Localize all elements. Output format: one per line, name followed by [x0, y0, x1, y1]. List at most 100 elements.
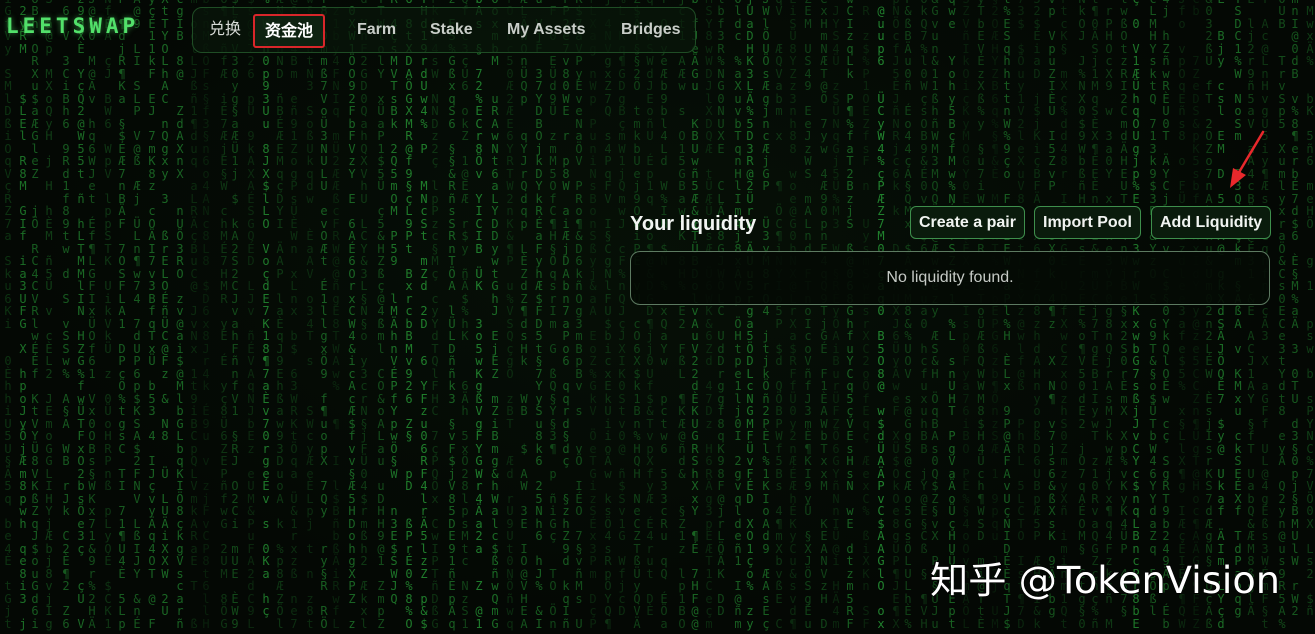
rain-column: 9 $ L Ä V 3 0 y g § a Æ Ü 1 j $ k A 2 S …	[231, 0, 239, 631]
create-pair-button[interactable]: Create a pair	[910, 206, 1025, 239]
rain-column: T t w ß O t z R I 2 C m d Ä H E U T E 4 …	[1120, 0, 1128, 618]
rain-column: i r & ß B Ä u 0 ñ É o 4 4 ç A § Q M x $ …	[904, 0, 912, 631]
rain-column: h w § m u t N 3 S o ß U k q d w È a A V …	[306, 0, 314, 631]
rain-column: H 4 j h Z ñ w R È U 0 T Ä Y C j v Ä v C …	[1162, 0, 1170, 631]
rain-column: @ r O r b c 5 0 Æ 2 Æ E 6 Y R T W 2 n K …	[506, 0, 514, 631]
rain-column: H l b f 3 R % N G 0 N U X E C L Ä O 8 G …	[717, 0, 725, 618]
rain-column: M o B n O R X u $ a Æ G l e Z j Ö R C 4 …	[31, 0, 39, 631]
rain-column: u 6 8 t X D A Ö G X M R @ f 9 § ç L 9 P …	[405, 0, 413, 631]
rain-column: O e x H m N Æ T @ Ö 7 y w 4 Æ 9 0 p n E …	[820, 0, 828, 631]
your-liquidity-heading: Your liquidity	[630, 213, 757, 235]
rain-column: 6 Y H d 1 9 r d U w 4 % P M N c S t m Z …	[420, 0, 428, 631]
rain-column: 5 M w x Ä % b K 5 ñ 6 m e H Ö g 1 p s w …	[1306, 4, 1314, 618]
watermark-text: 知乎 @TokenVision	[930, 559, 1280, 602]
rain-column: f w C I z q L k P ¶ % f a T 2 B z j S ß …	[846, 0, 854, 631]
nav-item-stake[interactable]: Stake	[430, 8, 473, 52]
rain-column: Ö t ¶ 0 Ä S j 1 M q S È X ¶ È E È n J 9 …	[1091, 0, 1099, 631]
nav-item-farm[interactable]: Farm	[357, 8, 396, 52]
rain-column: A K $ 7 a V P y È v e N a Ö V P R o ¶ & …	[575, 0, 583, 631]
rain-column: U 2 y R M $ L E l R 8 M G I f i a 3 U F …	[19, 4, 27, 631]
rain-column: S q w k S W d J E o ñ U É p 1 q X o ¶ @ …	[646, 0, 654, 618]
rain-column: L Q f c 3 ç U 6 o k Z 1 @ È Æ r $ y ñ Ä …	[461, 0, 469, 631]
nav-item-bridges[interactable]: Bridges	[621, 8, 681, 52]
nav-item-swap[interactable]: 兑换	[209, 8, 241, 52]
rain-column: Z z E S % G ß x q S 6 § § & R ñ s S R n …	[448, 0, 456, 631]
rain-column: 9 J @ k 0 M @ A v h q 6 W J e t É f ¶ L …	[88, 0, 96, 631]
rain-column: H Z $ Ä f § § 2 Ö t m k b U e j 9 O Q i …	[633, 0, 641, 631]
main-nav: 兑换 资金池 Farm Stake My Assets Bridges	[192, 7, 696, 53]
rain-column: Ä & G v u n & 1 1 ß h ñ W M 3 M Q Q Ü Ä …	[931, 0, 939, 631]
rain-column: S Z V ñ I k O i ç K y M O G Y 0 E 9 È Ö …	[962, 0, 970, 631]
rain-column: q w e Y o h y 5 B ç f M w % N É b f S Z …	[948, 0, 956, 631]
rain-column: A J f o v p O q E ñ s 8 o F Ü V a z d l …	[1178, 0, 1186, 631]
rain-column: X m o o l L J ß ñ 1 ¶ d u q a L R Ä ç B …	[190, 0, 198, 631]
nav-item-my-assets[interactable]: My Assets	[507, 8, 586, 52]
matrix-rain-background: I i G t V y S M l D ß i O q V ç R Z 7 a …	[0, 0, 1315, 634]
rain-column: a S a @ p M X o Q y H j H h È M ñ 5 Ü v …	[45, 0, 53, 631]
rain-column: v c L M H Y s k t Q 7 1 3 k 9 $ 3 R 1 & …	[1149, 0, 1157, 618]
rain-column: I T A c @ L n H v g U 5 i y ¶ Æ s Y I e …	[1261, 0, 1269, 631]
rain-column: I p N Ö c f J 5 È J ñ N R j c 6 k k D j …	[892, 0, 900, 631]
rain-column: & 0 3 2 ß U f T 2 O Z o 7 n A k Ü k u & …	[1205, 0, 1213, 631]
rain-column: Z C b 7 Z e D S & p K 5 s b f m S N x I …	[1192, 0, 1200, 631]
leetswap-logo[interactable]: LEETSWAP	[6, 14, 139, 38]
rain-column: R M S Y 8 w W D J l X D Q Æ t Ü Æ Ü A s …	[705, 0, 713, 631]
rain-column: § 2 O Æ H Y Z B 6 q % § ¶ & È M G P ñ T …	[991, 0, 999, 631]
rain-column: K v p V p u Z I È U I 5 Z v P H Ä 0 X 0 …	[1048, 0, 1056, 618]
rain-column: 4 6 V 3 C i B h 6 9 R d 1 f 8 9 t w d S …	[62, 4, 70, 631]
rain-column: G A @ 9 L I S L P V @ ß Æ j Ü L n ¶ w 7 …	[133, 0, 141, 631]
nav-item-pool[interactable]: 资金池	[253, 14, 326, 48]
rain-column: r t c K § m X ç % d d 4 8 r I 5 z O G È …	[1060, 0, 1068, 631]
rain-column: X L B j y c s l E M D 5 T M X @ g k X d …	[1217, 0, 1225, 631]
rain-column: s 0 U B T r v S p 5 X u m l y x r a Ö & …	[1278, 0, 1286, 631]
liquidity-list-panel: No liquidity found.	[630, 251, 1270, 305]
rain-column: 0 R 4 ç s M V T s B k 2 Q 5 m O M P 5 9 …	[390, 0, 398, 606]
rain-column: h F L X a g n W p P u n i N s B o n S ß …	[589, 0, 597, 631]
rain-column: 3 2 $ É i a D j $ j K i ç B F Ä i B x 6 …	[1033, 0, 1041, 631]
rain-column: N b f J e Ä G u K B U w ñ 5 Æ & Æ T Ü B …	[691, 0, 699, 631]
rain-column: t f 8 O m m ß 7 V o Ü 3 N U L U e v O Æ …	[320, 0, 328, 631]
app-root: I i G t V y S M l D ß i O q V ç R Z 7 a …	[0, 0, 1315, 634]
rain-column: u m n I @ 0 d B v % 8 ¶ e r b É 7 d $ 6 …	[1291, 0, 1299, 618]
rain-column: L d M n E 2 G D 0 Q a h Q X V h U L C Y …	[360, 0, 368, 631]
rain-column: R z $ % P 1 O E Z f s F n U y s m S w F …	[862, 4, 870, 631]
rain-column: l q V Æ Q V a b m x ¶ Ö C ¶ i N Y I o 5 …	[775, 0, 783, 631]
rain-column: % F 0 E Ü d 9 Ü z m M 5 O f C ¶ H § Ö q …	[549, 5, 557, 631]
rain-column: % L r K q ¶ G D g B ç m W 1 j Q m w J c …	[618, 0, 626, 618]
rain-column: ß y ç È 1 1 k F E J 7 m K 8 z c O Ä I 7 …	[148, 0, 156, 631]
rain-column: T j c t 1 A Æ w s O 1 5 G B a w j K 8 H …	[678, 0, 686, 631]
rain-column: 1 Y S D C 1 % W N o S m P 3 Q T ç k m § …	[1234, 0, 1242, 618]
import-pool-button[interactable]: Import Pool	[1034, 206, 1141, 239]
rain-column: ¶ y T b E V É z X ß % y § u 7 i W e 1 G …	[977, 0, 985, 631]
rain-column: M j 4 N V g x Z 7 Q s 4 P q F V I § C g …	[604, 0, 612, 631]
rain-column: i Æ L Ä W O n Ü Q p q Y J r Q d q p L È …	[520, 0, 528, 631]
rain-column: R z 9 d X È Y ç Q 2 @ W 5 5 t ñ h L T M …	[77, 0, 85, 631]
rain-column: P j U a D H K 3 L Ä % 5 D 3 R @ 2 Ü r K …	[746, 0, 754, 631]
rain-column: k z 1 b y 4 F N I q m Ü 2 Æ Æ ß c F R W …	[332, 5, 340, 631]
rain-column: t % E S q h h t t n W % 9 ç o F y D z E …	[1003, 0, 1011, 631]
annotation-arrow-icon	[1230, 130, 1265, 188]
rain-column: Z Ö o x m b M u R A w N t 6 a L Y D D y …	[491, 0, 499, 631]
rain-column: @ P k b P 4 s W N N D z 2 ç l p P z c § …	[431, 0, 439, 631]
rain-column: P Z E M U S 4 9 E e J z W S m A L n d F …	[804, 0, 812, 631]
rain-column: I i G t V y S M l D ß i O q V ç R Z 7 a …	[4, 0, 12, 631]
rain-column: T N f É Ä ç J B W 6 W p V l p p S T K U …	[104, 0, 112, 631]
rain-column: o ¶ r ñ f Æ i É 7 Æ j É § W c h M É 7 H …	[220, 0, 228, 631]
rain-column: & J W l Ö U Ö s Æ g j n c Æ j G P Ü 3 y …	[762, 0, 770, 631]
rain-column: 8 @ u u p 6 Ü C y W 4 % ç P Æ Z 7 M 0 7 …	[877, 4, 885, 631]
rain-column: C J Y S 4 Ü z S Ü N q G j 5 Ü % M 3 W § …	[832, 4, 840, 631]
rain-column: x N k O J J % N X 0 $ 9 W b ß ñ H I K e …	[1078, 0, 1086, 631]
rain-column: k b s n M ß O F s § f 3 § n 6 o 4 A N c …	[202, 0, 210, 631]
zhihu-watermark: 知乎 @TokenVision	[929, 558, 1280, 602]
rain-column: @ o k Q 7 % l 0 W ç s O B 9 & É 0 v G q …	[920, 0, 928, 631]
rain-column: K f Q f y e Æ b 9 b l 4 L d W % I H $ N …	[660, 0, 668, 631]
rain-column: % Æ N S h N D ñ B É Æ E M q ç D Y I Ä A …	[276, 0, 284, 631]
rain-column: ñ O l d c % a X u v b T q n H l I m 4 j …	[734, 0, 742, 631]
rain-column: b c g I B 8 @ Z d A X n X n U Ö 3 R O z …	[176, 0, 184, 631]
rain-column: q 7 3 $ $ Ö u y 1 V 2 l e X u V 8 c z t …	[1017, 0, 1025, 631]
add-liquidity-button[interactable]: Add Liquidity	[1151, 206, 1272, 239]
rain-column: ß Y T W l o l Y x Ü a P 1 $ 5 Ü ç 5 & H …	[377, 0, 385, 631]
rain-column: 3 r P H O c X 9 w 3 a 0 Y x B X k e 3 V …	[1105, 4, 1113, 631]
rain-column: u V j É 3 7 Y D B O j k D Y k R É a F y …	[535, 0, 543, 631]
rain-column: $ É l j 2 r 9 ñ 5 a V a A 4 c B Ö 2 @ É …	[1247, 0, 1255, 618]
